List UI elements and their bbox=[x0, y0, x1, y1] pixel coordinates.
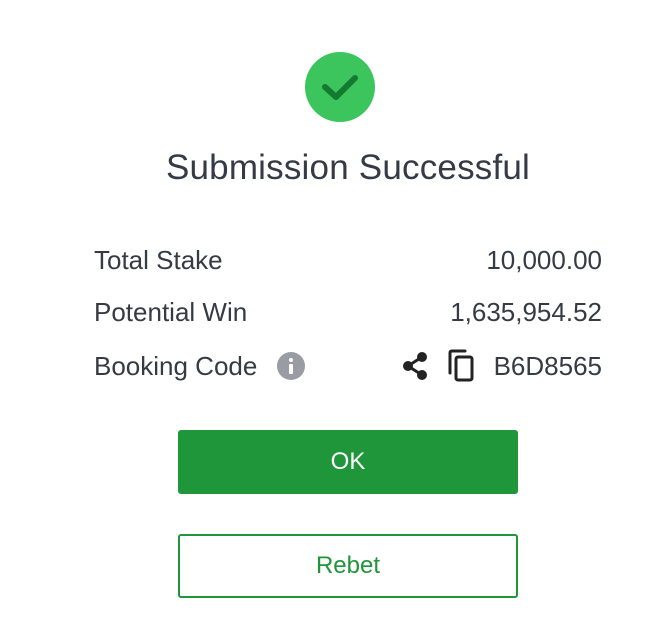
potential-win-row: Potential Win 1,635,954.52 bbox=[94, 292, 602, 332]
rebet-button[interactable]: Rebet bbox=[178, 534, 518, 598]
share-icon[interactable] bbox=[400, 350, 430, 382]
booking-code-row: Booking Code B6D8565 bbox=[94, 346, 602, 386]
check-icon bbox=[305, 52, 375, 122]
potential-win-value: 1,635,954.52 bbox=[450, 296, 602, 327]
total-stake-label: Total Stake bbox=[94, 244, 223, 275]
info-icon[interactable] bbox=[277, 352, 306, 380]
total-stake-row: Total Stake 10,000.00 bbox=[94, 240, 602, 280]
dialog-title: Submission Successful bbox=[165, 148, 531, 187]
ok-button[interactable]: OK bbox=[178, 430, 518, 494]
potential-win-label: Potential Win bbox=[94, 296, 248, 327]
booking-code-value[interactable]: B6D8565 bbox=[494, 351, 602, 382]
booking-code-label: Booking Code bbox=[94, 350, 258, 381]
total-stake-value: 10,000.00 bbox=[486, 244, 602, 275]
copy-icon[interactable] bbox=[446, 349, 476, 383]
